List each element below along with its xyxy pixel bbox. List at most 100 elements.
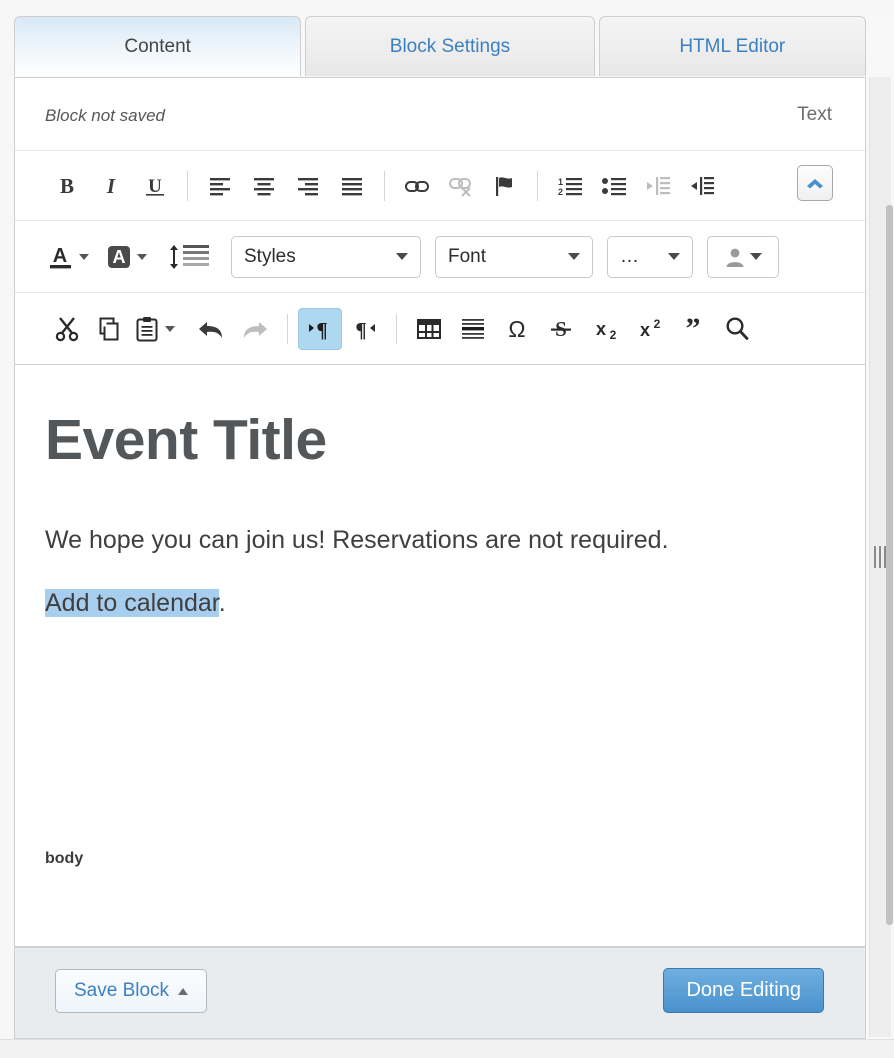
page-top-strip (0, 0, 894, 16)
toolbar-row-tools: ¶ ¶ Ω x 2 x 2 ” (15, 292, 865, 364)
horizontal-rule-button[interactable] (451, 308, 495, 350)
svg-text:B: B (60, 174, 74, 198)
tab-content[interactable]: Content (14, 16, 302, 76)
svg-text:2: 2 (654, 317, 661, 331)
svg-text:¶: ¶ (316, 318, 327, 341)
chevron-down-icon (396, 253, 408, 260)
toolbar-separator (384, 170, 385, 201)
svg-text:x: x (640, 320, 650, 340)
copy-button[interactable] (89, 308, 133, 350)
paragraph-2-tail: . (218, 589, 226, 618)
block-editor-page: Content Block Settings HTML Editor Block… (0, 0, 894, 1058)
chevron-up-icon (807, 179, 823, 189)
styles-dropdown-label: Styles (244, 245, 296, 267)
copy-icon (99, 317, 119, 340)
search-button[interactable] (715, 308, 759, 350)
text-color-icon: A (50, 245, 71, 268)
blockquote-button[interactable]: ” (671, 308, 715, 350)
page-bottom-strip (0, 1039, 894, 1058)
done-editing-label: Done Editing (686, 979, 801, 1001)
special-character-button[interactable]: Ω (495, 308, 539, 350)
editor-footer: Save Block Done Editing (14, 947, 866, 1039)
align-center-button[interactable] (242, 165, 286, 207)
line-height-icon (170, 244, 209, 269)
save-block-button[interactable]: Save Block (55, 969, 208, 1013)
table-icon (417, 318, 441, 339)
numbered-list-button[interactable]: 1 2 (548, 165, 592, 207)
link-button[interactable] (395, 165, 439, 207)
tab-content-label: Content (124, 35, 191, 57)
cut-icon (55, 316, 79, 341)
tab-block-settings-label: Block Settings (389, 35, 511, 57)
paragraph-rtl-icon: ¶ (355, 318, 375, 341)
resize-grip-bar (884, 546, 886, 568)
text-direction-rtl-button[interactable]: ¶ (342, 308, 386, 350)
editor-mode-label: Text (797, 104, 832, 125)
subscript-button[interactable]: x 2 (583, 308, 627, 350)
page-left-strip (0, 0, 14, 1058)
person-icon (726, 248, 744, 267)
chevron-down-icon (668, 253, 680, 260)
indent-button[interactable] (680, 165, 724, 207)
strikethrough-button[interactable]: S (539, 308, 583, 350)
tab-block-settings[interactable]: Block Settings (305, 16, 595, 76)
collapse-toolbar-button[interactable] (797, 165, 833, 201)
bulleted-list-button[interactable] (592, 165, 636, 207)
toolbar-separator (396, 313, 397, 344)
align-justify-button[interactable] (330, 165, 374, 207)
redo-button[interactable] (233, 308, 277, 350)
omega-icon: Ω (508, 316, 525, 342)
undo-icon (199, 321, 222, 338)
more-options-label: … (620, 245, 639, 267)
quote-icon: ” (686, 316, 701, 342)
editor-tabs: Content Block Settings HTML Editor (14, 16, 866, 78)
background-color-button[interactable]: A (103, 236, 149, 278)
panel-resize-handle[interactable] (871, 543, 889, 571)
toolbar-row-typography: A A Styles Font … (15, 220, 865, 292)
cut-button[interactable] (45, 308, 89, 350)
text-direction-ltr-button[interactable]: ¶ (298, 307, 342, 350)
text-color-button[interactable]: A (45, 236, 91, 278)
svg-text:¶: ¶ (355, 318, 366, 341)
chevron-down-icon (568, 253, 580, 260)
more-options-dropdown[interactable]: … (607, 235, 693, 278)
done-editing-button[interactable]: Done Editing (663, 968, 824, 1013)
editor-status-row: Block not saved Text (15, 78, 865, 150)
paragraph-ltr-icon: ¶ (309, 318, 328, 341)
svg-text:Ω: Ω (508, 316, 525, 342)
wysiwyg-editable-area[interactable]: Event Title We hope you can join us! Res… (15, 364, 865, 884)
merge-fields-dropdown[interactable] (707, 235, 779, 278)
save-block-label: Save Block (74, 980, 170, 1001)
align-left-button[interactable] (198, 165, 242, 207)
toolbar-separator (287, 313, 288, 344)
align-right-button[interactable] (286, 165, 330, 207)
document-title[interactable]: Event Title (45, 410, 835, 471)
tab-html-editor[interactable]: HTML Editor (598, 16, 866, 76)
svg-text:A: A (113, 247, 126, 267)
undo-button[interactable] (189, 308, 233, 350)
strikethrough-icon: S (551, 317, 571, 341)
horizontal-rule-icon (462, 318, 484, 339)
selected-text-range[interactable]: Add to calendar (45, 589, 219, 618)
font-dropdown-label: Font (448, 245, 487, 267)
underline-button[interactable]: U (133, 165, 177, 207)
bold-button[interactable]: B (45, 165, 89, 207)
chevron-down-icon (750, 253, 762, 260)
background-color-icon: A (108, 245, 130, 268)
document-paragraph-2[interactable]: Add to calendar. (45, 588, 835, 619)
table-button[interactable] (407, 308, 451, 350)
unlink-button[interactable] (439, 165, 483, 207)
chevron-down-icon (165, 325, 175, 332)
superscript-button[interactable]: x 2 (627, 308, 671, 350)
svg-text:2: 2 (610, 328, 617, 342)
document-paragraph-1[interactable]: We hope you can join us! Reservations ar… (45, 525, 835, 556)
line-height-button[interactable] (161, 236, 217, 278)
block-save-status: Block not saved (45, 106, 166, 125)
paste-button[interactable] (133, 308, 177, 350)
font-dropdown[interactable]: Font (435, 235, 593, 278)
anchor-flag-button[interactable] (483, 165, 527, 207)
italic-button[interactable]: I (89, 165, 133, 207)
element-path-indicator[interactable]: body (45, 850, 83, 868)
styles-dropdown[interactable]: Styles (231, 235, 421, 278)
outdent-button[interactable] (636, 165, 680, 207)
